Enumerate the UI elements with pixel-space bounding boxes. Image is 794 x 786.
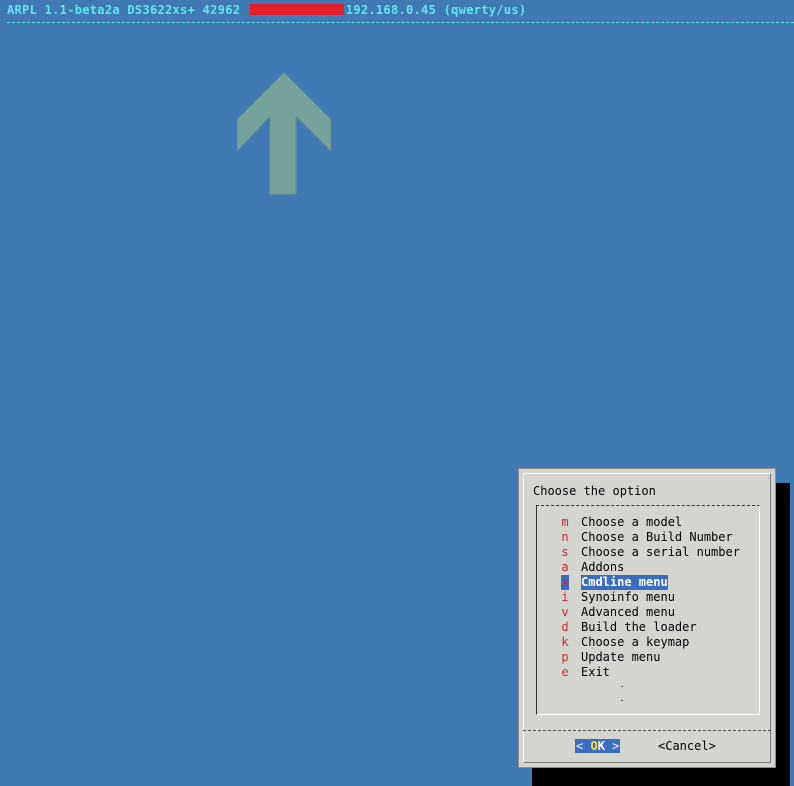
dialog-prompt: Choose the option — [533, 484, 656, 498]
options-dialog: Choose the option m Choose a model n Cho… — [518, 468, 776, 768]
ok-hotkey: O — [590, 739, 598, 753]
menu-label: Choose a Build Number — [581, 530, 733, 544]
menu-label: Update menu — [581, 650, 661, 664]
menu-hotkey: x — [561, 575, 569, 590]
menu-hotkey: e — [561, 665, 569, 679]
menu-label: Exit — [581, 665, 610, 679]
menu-hotkey: i — [561, 590, 569, 604]
menu-label: Addons — [581, 560, 625, 574]
cancel-button[interactable]: <Cancel> — [658, 739, 716, 753]
menu-hotkey: m — [561, 515, 569, 529]
button-row-separator — [523, 730, 771, 731]
title-separator — [7, 22, 794, 23]
menu-item-build-loader[interactable]: d Build the loader — [561, 620, 697, 635]
menu-hotkey: v — [561, 605, 569, 619]
menu-label: Advanced menu — [581, 605, 675, 619]
menu-item-choose-model[interactable]: m Choose a model — [561, 515, 682, 530]
ok-label-rest: K — [597, 739, 605, 753]
menu-label: Synoinfo menu — [581, 590, 675, 604]
menu-item-advanced[interactable]: v Advanced menu — [561, 605, 675, 620]
title-left: ARPL 1.1-beta2a DS3622xs+ 42962 — [7, 3, 241, 17]
menu-label: Choose a keymap — [581, 635, 690, 649]
menu-item-update[interactable]: p Update menu — [561, 650, 660, 665]
menu-list: m Choose a model n Choose a Build Number… — [536, 505, 760, 715]
menu-label: Cmdline menu — [581, 575, 668, 590]
menu-hotkey: p — [561, 650, 569, 664]
menu-item-build-number[interactable]: n Choose a Build Number — [561, 530, 733, 545]
menu-item-exit[interactable]: e Exit — [561, 665, 610, 680]
menu-hotkey: s — [561, 545, 569, 559]
menu-item-serial-number[interactable]: s Choose a serial number — [561, 545, 740, 560]
up-arrow-icon — [237, 73, 331, 195]
menu-label: Choose a serial number — [581, 545, 740, 559]
scroll-indicator — [621, 686, 623, 687]
menu-hotkey: n — [561, 530, 569, 544]
redaction-mark — [249, 4, 344, 15]
ok-bracket-right: > — [604, 739, 620, 753]
menu-item-keymap[interactable]: k Choose a keymap — [561, 635, 689, 650]
menu-hotkey: k — [561, 635, 569, 649]
menu-label: Build the loader — [581, 620, 697, 634]
menu-hotkey: a — [561, 560, 569, 574]
menu-item-addons[interactable]: a Addons — [561, 560, 624, 575]
title-right: 192.168.0.45 (qwerty/us) — [345, 3, 527, 17]
scroll-indicator — [621, 700, 623, 701]
window-title: ARPL 1.1-beta2a DS3622xs+ 42962 192.168.… — [7, 3, 526, 17]
menu-item-synoinfo[interactable]: i Synoinfo menu — [561, 590, 675, 605]
menu-hotkey: d — [561, 620, 569, 634]
ok-bracket-left: < — [576, 739, 591, 753]
ok-button[interactable]: < OK > — [575, 739, 621, 753]
menu-item-cmdline[interactable]: x Cmdline menu — [561, 575, 668, 590]
menu-label: Choose a model — [581, 515, 683, 529]
